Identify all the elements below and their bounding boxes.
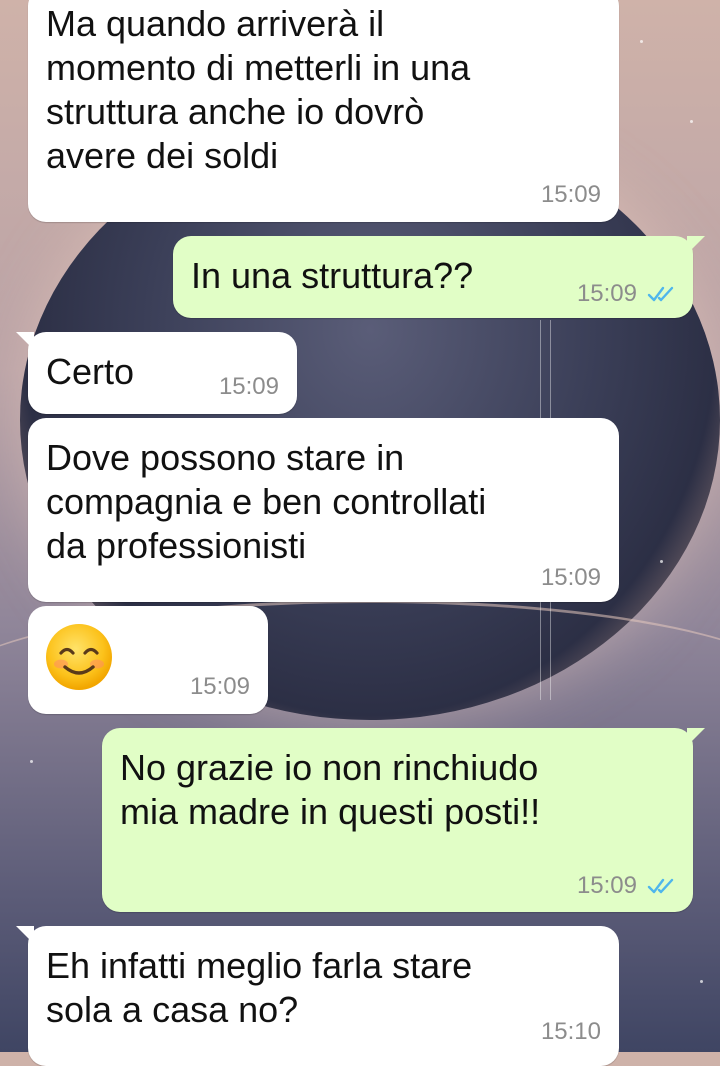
message-text: In una struttura?? [191,255,474,296]
smiling-face-emoji-icon [46,624,112,690]
message-line: da professionisti [46,525,307,566]
wallpaper-star [30,760,33,763]
message-line: Ma quando arriverà il [46,3,385,44]
message-timestamp: 15:09 [540,564,601,591]
message-bubble-incoming[interactable]: Eh infatti meglio farla stare sola a cas… [16,926,619,1066]
message-line: sola a casa no? [46,989,299,1030]
message-timestamp: 15:09 [540,181,601,208]
read-receipt-icon [647,286,674,302]
message-timestamp: 15:09 [189,673,250,700]
message-bubble-outgoing[interactable]: In una struttura?? 15:09 [173,236,705,318]
message-timestamp: 15:09 [218,373,279,400]
message-bubble-incoming[interactable]: Certo 15:09 [16,332,297,414]
message-timestamp: 15:09 [576,872,637,899]
message-line: compagnia e ben controllati [46,481,487,522]
message-line: No grazie io non rinchiudo [120,747,539,788]
message-text: Eh infatti meglio farla stare sola a cas… [46,944,472,1032]
message-line: momento di metterli in una [46,47,471,88]
read-receipt-icon [647,878,674,894]
message-line: Eh infatti meglio farla stare [46,945,473,986]
message-line: struttura anche io dovrò [46,91,425,132]
message-timestamp: 15:09 [576,280,637,307]
bubble-tail [687,236,705,254]
message-text: No grazie io non rinchiudo mia madre in … [120,746,540,834]
message-bubble-incoming[interactable]: Dove possono stare in compagnia e ben co… [28,418,619,602]
message-timestamp: 15:10 [540,1018,601,1045]
wallpaper-star [690,120,693,123]
message-line: mia madre in questi posti!! [120,791,541,832]
wallpaper-star [660,560,663,563]
message-line: Dove possono stare in [46,437,405,478]
message-bubble-incoming[interactable]: 15:09 [28,606,268,714]
message-text: Certo [46,351,135,392]
message-text: Dove possono stare in compagnia e ben co… [46,436,486,568]
wallpaper-star [700,980,703,983]
message-bubble-outgoing[interactable]: No grazie io non rinchiudo mia madre in … [102,728,705,912]
message-text: Ma quando arriverà il momento di metterl… [46,2,470,178]
message-bubble-incoming[interactable]: Ma quando arriverà il momento di metterl… [28,0,619,222]
wallpaper-star [640,40,643,43]
bubble-tail [16,332,34,350]
bubble-tail [687,728,705,746]
message-line: avere dei soldi [46,135,279,176]
bubble-tail [16,926,34,944]
